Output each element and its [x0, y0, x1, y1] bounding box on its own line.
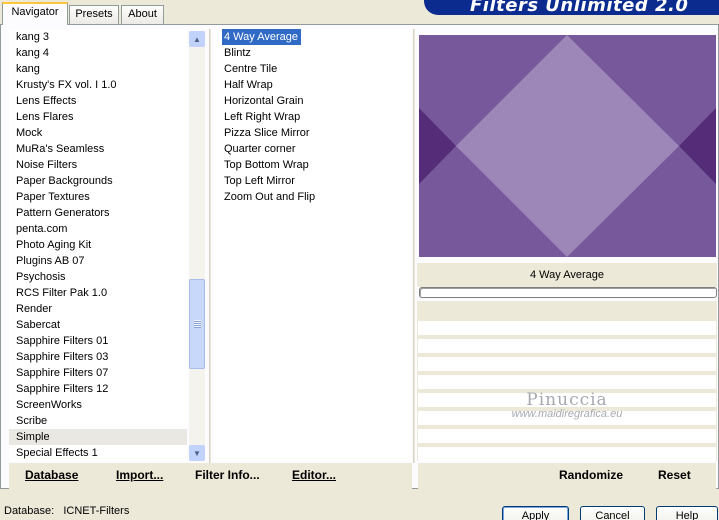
divider: [413, 29, 415, 463]
preview-button-bar: Randomize Reset: [418, 463, 716, 489]
app-banner: Filters Unlimited 2.0: [424, 0, 719, 15]
filter-info-button[interactable]: Filter Info...: [195, 468, 260, 482]
status-value: ICNET-Filters: [63, 505, 130, 517]
preview-image: [419, 35, 716, 257]
tab-navigator[interactable]: Navigator: [2, 2, 68, 25]
filter-item[interactable]: Left Right Wrap: [222, 109, 303, 125]
filter-item[interactable]: 4 Way Average: [222, 29, 301, 45]
status-bar: Database: ICNET-Filters: [4, 505, 129, 517]
parameter-area: [417, 301, 717, 461]
category-item[interactable]: Psychosis: [9, 269, 187, 285]
database-button[interactable]: Database: [25, 468, 78, 482]
category-item[interactable]: ScreenWorks: [9, 397, 187, 413]
category-item[interactable]: Photo Aging Kit: [9, 237, 187, 253]
randomize-button[interactable]: Randomize: [559, 468, 623, 482]
cancel-button[interactable]: Cancel: [580, 506, 645, 520]
filter-item[interactable]: Zoom Out and Flip: [222, 189, 318, 205]
filter-item[interactable]: Blintz: [222, 45, 254, 61]
filter-item[interactable]: Top Bottom Wrap: [222, 157, 312, 173]
import-label: Import...: [116, 468, 164, 482]
category-item[interactable]: Special Effects 1: [9, 445, 187, 461]
scroll-down-arrow-icon[interactable]: ▼: [189, 445, 205, 461]
reset-button[interactable]: Reset: [658, 468, 691, 482]
category-item[interactable]: MuRa's Seamless: [9, 141, 187, 157]
category-item[interactable]: Krusty's FX vol. I 1.0: [9, 77, 187, 93]
category-item[interactable]: Pattern Generators: [9, 205, 187, 221]
category-item[interactable]: Sapphire Filters 07: [9, 365, 187, 381]
category-item[interactable]: Mock: [9, 125, 187, 141]
category-item[interactable]: Sapphire Filters 03: [9, 349, 187, 365]
category-scrollbar[interactable]: ▲ ▼: [189, 31, 205, 461]
filter-item[interactable]: Quarter corner: [222, 141, 299, 157]
filter-item[interactable]: Half Wrap: [222, 77, 276, 93]
apply-button[interactable]: Apply: [502, 506, 569, 520]
filter-item[interactable]: Top Left Mirror: [222, 173, 298, 189]
tab-about[interactable]: About: [121, 5, 164, 24]
grip-icon: [194, 320, 201, 328]
param-row: [418, 321, 716, 335]
editor-label: Editor...: [292, 468, 337, 482]
category-item[interactable]: Sapphire Filters 12: [9, 381, 187, 397]
category-item[interactable]: kang: [9, 61, 187, 77]
category-item[interactable]: Paper Textures: [9, 189, 187, 205]
filter-item[interactable]: Centre Tile: [222, 61, 280, 77]
watermark: Pinuccia www.maidiregrafica.eu: [417, 390, 717, 420]
category-item[interactable]: Render: [9, 301, 187, 317]
watermark-name: Pinuccia: [526, 390, 608, 410]
param-row: [418, 339, 716, 353]
param-row: [418, 429, 716, 443]
tab-presets[interactable]: Presets: [69, 5, 119, 24]
param-row: [418, 447, 716, 461]
filter-item[interactable]: Pizza Slice Mirror: [222, 125, 313, 141]
category-item[interactable]: Lens Effects: [9, 93, 187, 109]
category-item[interactable]: Lens Flares: [9, 109, 187, 125]
navigator-panel: kang 3 kang 4 kang Krusty's FX vol. I 1.0 Le…: [0, 24, 719, 489]
filter-list[interactable]: 4 Way Average Blintz Centre Tile Half Wrap H…: [215, 29, 411, 461]
category-item[interactable]: penta.com: [9, 221, 187, 237]
category-item[interactable]: RCS Filter Pak 1.0: [9, 285, 187, 301]
category-item[interactable]: Sabercat: [9, 317, 187, 333]
category-item[interactable]: Scribe: [9, 413, 187, 429]
import-button[interactable]: Import...: [116, 468, 163, 482]
category-list[interactable]: kang 3 kang 4 kang Krusty's FX vol. I 1.0 Le…: [9, 29, 187, 461]
category-item[interactable]: Noise Filters: [9, 157, 187, 173]
category-item[interactable]: kang 3: [9, 29, 187, 45]
preview-label: 4 Way Average: [417, 263, 717, 287]
help-button[interactable]: Help: [656, 506, 718, 520]
category-item[interactable]: Sapphire Filters 01: [9, 333, 187, 349]
filter-info-label: Filter Info...: [195, 468, 260, 482]
status-label: Database:: [4, 505, 55, 517]
filter-item[interactable]: Horizontal Grain: [222, 93, 306, 109]
banner-title: Filters Unlimited 2.0: [470, 0, 689, 15]
category-item[interactable]: Plugins AB 07: [9, 253, 187, 269]
divider: [209, 29, 211, 463]
category-item[interactable]: kang 4: [9, 45, 187, 61]
category-item[interactable]: Simple: [9, 429, 187, 445]
param-row: [418, 357, 716, 371]
category-item[interactable]: Paper Backgrounds: [9, 173, 187, 189]
scrollbar-thumb[interactable]: [189, 279, 205, 369]
watermark-url: www.maidiregrafica.eu: [511, 408, 623, 420]
editor-button[interactable]: Editor...: [292, 468, 336, 482]
navigator-button-bar: Database Import... Filter Info... Editor…: [9, 463, 412, 489]
scroll-up-arrow-icon[interactable]: ▲: [189, 31, 205, 47]
progress-bar: [419, 287, 717, 298]
param-row: [418, 375, 716, 389]
